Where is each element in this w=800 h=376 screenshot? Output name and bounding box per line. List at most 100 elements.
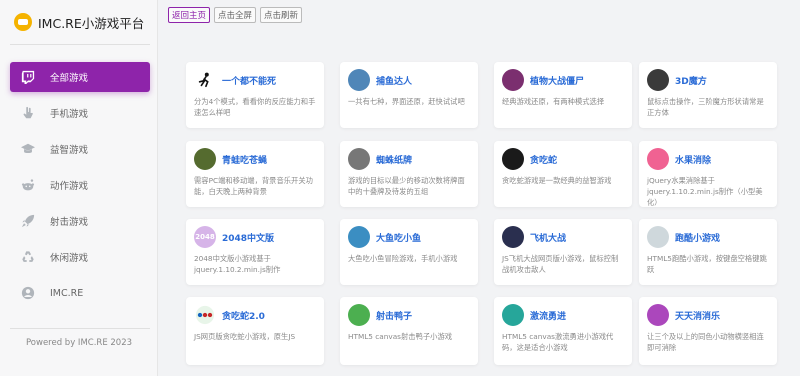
brand[interactable]: IMC.RE小游戏平台 — [0, 0, 158, 44]
footer-text: Powered by IMC.RE 2023 — [25, 338, 133, 348]
brand-title: IMC.RE小游戏平台 — [38, 15, 145, 31]
game-title[interactable]: 青蛙吃苍蝇 — [222, 153, 267, 166]
sidebar-item-shooting-games[interactable]: 射击游戏 — [10, 206, 150, 236]
game-title[interactable]: 贪吃蛇2.0 — [222, 309, 265, 322]
game-thumbnail-icon — [194, 69, 216, 91]
game-card-header: 贪吃蛇2.0 — [194, 304, 316, 326]
user-circle-icon — [20, 286, 36, 300]
sidebar-item-imc-re[interactable]: IMC.RE — [10, 278, 150, 308]
game-card-header: 植物大战僵尸 — [502, 69, 624, 91]
game-description: JS网页版贪吃蛇小游戏，原生JS — [194, 332, 296, 341]
game-title[interactable]: 飞机大战 — [530, 231, 566, 244]
game-description: 2048中文版小游戏基于jquery.1.10.2.min.js制作 — [194, 254, 281, 274]
refresh-button[interactable]: 点击刷新 — [260, 7, 303, 23]
hand-icon — [20, 106, 36, 120]
game-thumbnail-icon — [647, 69, 669, 91]
game-card-header: 贪吃蛇 — [502, 148, 624, 170]
game-thumbnail-icon — [348, 226, 370, 248]
game-card[interactable]: 飞机大战 JS飞机大战网页版小游戏，鼠标控制战机攻击敌人 — [494, 219, 632, 285]
game-title[interactable]: 一个都不能死 — [222, 74, 276, 87]
game-card-header: 一个都不能死 — [194, 69, 316, 91]
game-card[interactable]: 蜘蛛纸牌游戏的目标以最少的移动次数将牌面中的十叠牌及待发的五组 — [340, 141, 478, 207]
gamepad-logo-icon — [14, 13, 32, 31]
game-card[interactable]: 2048 2048中文版 2048中文版小游戏基于jquery.1.10.2.min… — [186, 219, 324, 285]
game-title[interactable]: 2048中文版 — [222, 231, 274, 244]
sidebar-item-label: 休闲游戏 — [50, 253, 89, 264]
game-card-header: 天天消消乐 — [647, 304, 769, 326]
back-home-button[interactable]: 返回主页 — [168, 7, 211, 23]
game-description: 经典游戏还原，有两种模式选择 — [502, 97, 605, 106]
game-card-header: 大鱼吃小鱼 — [348, 226, 470, 248]
game-card-header: 水果消除 — [647, 148, 769, 170]
game-title[interactable]: 水果消除 — [675, 153, 711, 166]
sidebar-item-label: 射击游戏 — [50, 217, 89, 228]
game-title[interactable]: 激流勇进 — [530, 309, 566, 322]
game-description: 游戏的目标以最少的移动次数将牌面中的十叠牌及待发的五组 — [348, 176, 465, 196]
game-card[interactable]: 捕鱼达人一共有七种，界面还原，赶快试试吧 — [340, 62, 478, 128]
game-card-header: 激流勇进 — [502, 304, 624, 326]
game-thumbnail-icon — [194, 304, 216, 326]
game-card-header: 蜘蛛纸牌 — [348, 148, 470, 170]
game-description: 一共有七种，界面还原，赶快试试吧 — [348, 97, 465, 106]
sidebar-item-all-games[interactable]: 全部游戏 — [10, 62, 150, 92]
game-card[interactable]: 天天消消乐让三个及以上的同色小动物横竖相连即可消除 — [639, 297, 777, 365]
game-card[interactable]: 大鱼吃小鱼大鱼吃小鱼冒险游戏，手机小游戏 — [340, 219, 478, 285]
game-card[interactable]: 一个都不能死分为4个模式，看看你的反应能力和手速怎么样吧 — [186, 62, 324, 128]
game-title[interactable]: 蜘蛛纸牌 — [376, 153, 412, 166]
game-title[interactable]: 捕鱼达人 — [376, 74, 412, 87]
game-title[interactable]: 贪吃蛇 — [530, 153, 557, 166]
sidebar-item-label: 手机游戏 — [50, 109, 89, 120]
game-card[interactable]: 跑酷小游戏 HTML5跑酷小游戏，按键盘空格键跳跃 — [639, 219, 777, 285]
game-thumbnail-icon — [348, 69, 370, 91]
game-thumbnail-icon — [647, 304, 669, 326]
game-description: 让三个及以上的同色小动物横竖相连即可消除 — [647, 332, 764, 352]
game-card-header: 跑酷小游戏 — [647, 226, 769, 248]
game-thumbnail-icon: 2048 — [194, 226, 216, 248]
sidebar-item-label: 益智游戏 — [50, 145, 89, 156]
sidebar-item-puzzle-games[interactable]: 益智游戏 — [10, 134, 150, 164]
divider — [10, 44, 150, 45]
game-description: HTML5跑酷小游戏，按键盘空格键跳跃 — [647, 254, 767, 274]
twitch-icon — [20, 70, 36, 84]
game-card[interactable]: 水果消除 jQuery水果消除基于jquery.1.10.2.min.js制作（小… — [639, 141, 777, 207]
game-card[interactable]: 植物大战僵尸经典游戏还原，有两种模式选择 — [494, 62, 632, 128]
game-thumbnail-icon — [502, 148, 524, 170]
game-card-header: 飞机大战 — [502, 226, 624, 248]
sidebar-item-mobile-games[interactable]: 手机游戏 — [10, 98, 150, 128]
game-card[interactable]: 贪吃蛇2.0 JS网页版贪吃蛇小游戏，原生JS — [186, 297, 324, 365]
sidebar-item-casual-games[interactable]: 休闲游戏 — [10, 242, 150, 272]
fullscreen-button[interactable]: 点击全屏 — [214, 7, 257, 23]
game-thumbnail-icon — [348, 148, 370, 170]
game-title[interactable]: 跑酷小游戏 — [675, 231, 720, 244]
game-card-header: 射击鸭子 — [348, 304, 470, 326]
game-thumbnail-icon — [194, 148, 216, 170]
game-card[interactable]: 射击鸭子 HTML5 canvas射击鸭子小游戏 — [340, 297, 478, 365]
game-card-header: 捕鱼达人 — [348, 69, 470, 91]
game-thumbnail-icon — [647, 148, 669, 170]
game-thumbnail-icon — [502, 226, 524, 248]
game-card[interactable]: 激流勇进 HTML5 canvas激流勇进小游戏代码，这是适合小游戏 — [494, 297, 632, 365]
game-card[interactable]: 3D魔方鼠标点击操作，三阶魔方形状请常是正方体 — [639, 62, 777, 128]
game-thumbnail-icon — [502, 69, 524, 91]
game-description: HTML5 canvas射击鸭子小游戏 — [348, 332, 453, 341]
reddit-icon — [20, 178, 36, 192]
game-title[interactable]: 植物大战僵尸 — [530, 74, 584, 87]
game-title[interactable]: 3D魔方 — [675, 74, 707, 87]
game-title[interactable]: 大鱼吃小鱼 — [376, 231, 421, 244]
game-title[interactable]: 射击鸭子 — [376, 309, 412, 322]
game-description: HTML5 canvas激流勇进小游戏代码，这是适合小游戏 — [502, 332, 614, 352]
game-description: 鼠标点击操作，三阶魔方形状请常是正方体 — [647, 97, 764, 117]
game-description: JS飞机大战网页版小游戏，鼠标控制战机攻击敌人 — [502, 254, 619, 274]
rocket-icon — [20, 214, 36, 228]
game-description: 分为4个模式，看看你的反应能力和手速怎么样吧 — [194, 97, 316, 117]
game-card[interactable]: 青蛙吃苍蝇需容PC端和移动端，背景音乐开关功能，白天晚上两种背景 — [186, 141, 324, 207]
game-thumbnail-icon — [647, 226, 669, 248]
game-card[interactable]: 贪吃蛇贪吃蛇游戏是一款经典的益智游戏 — [494, 141, 632, 207]
game-description: 需容PC端和移动端，背景音乐开关功能，白天晚上两种背景 — [194, 176, 313, 196]
sidebar-item-action-games[interactable]: 动作游戏 — [10, 170, 150, 200]
game-description: 贪吃蛇游戏是一款经典的益智游戏 — [502, 176, 612, 185]
game-thumbnail-icon — [348, 304, 370, 326]
game-description: 大鱼吃小鱼冒险游戏，手机小游戏 — [348, 254, 458, 263]
game-title[interactable]: 天天消消乐 — [675, 309, 720, 322]
sidebar-item-label: 全部游戏 — [50, 73, 89, 84]
